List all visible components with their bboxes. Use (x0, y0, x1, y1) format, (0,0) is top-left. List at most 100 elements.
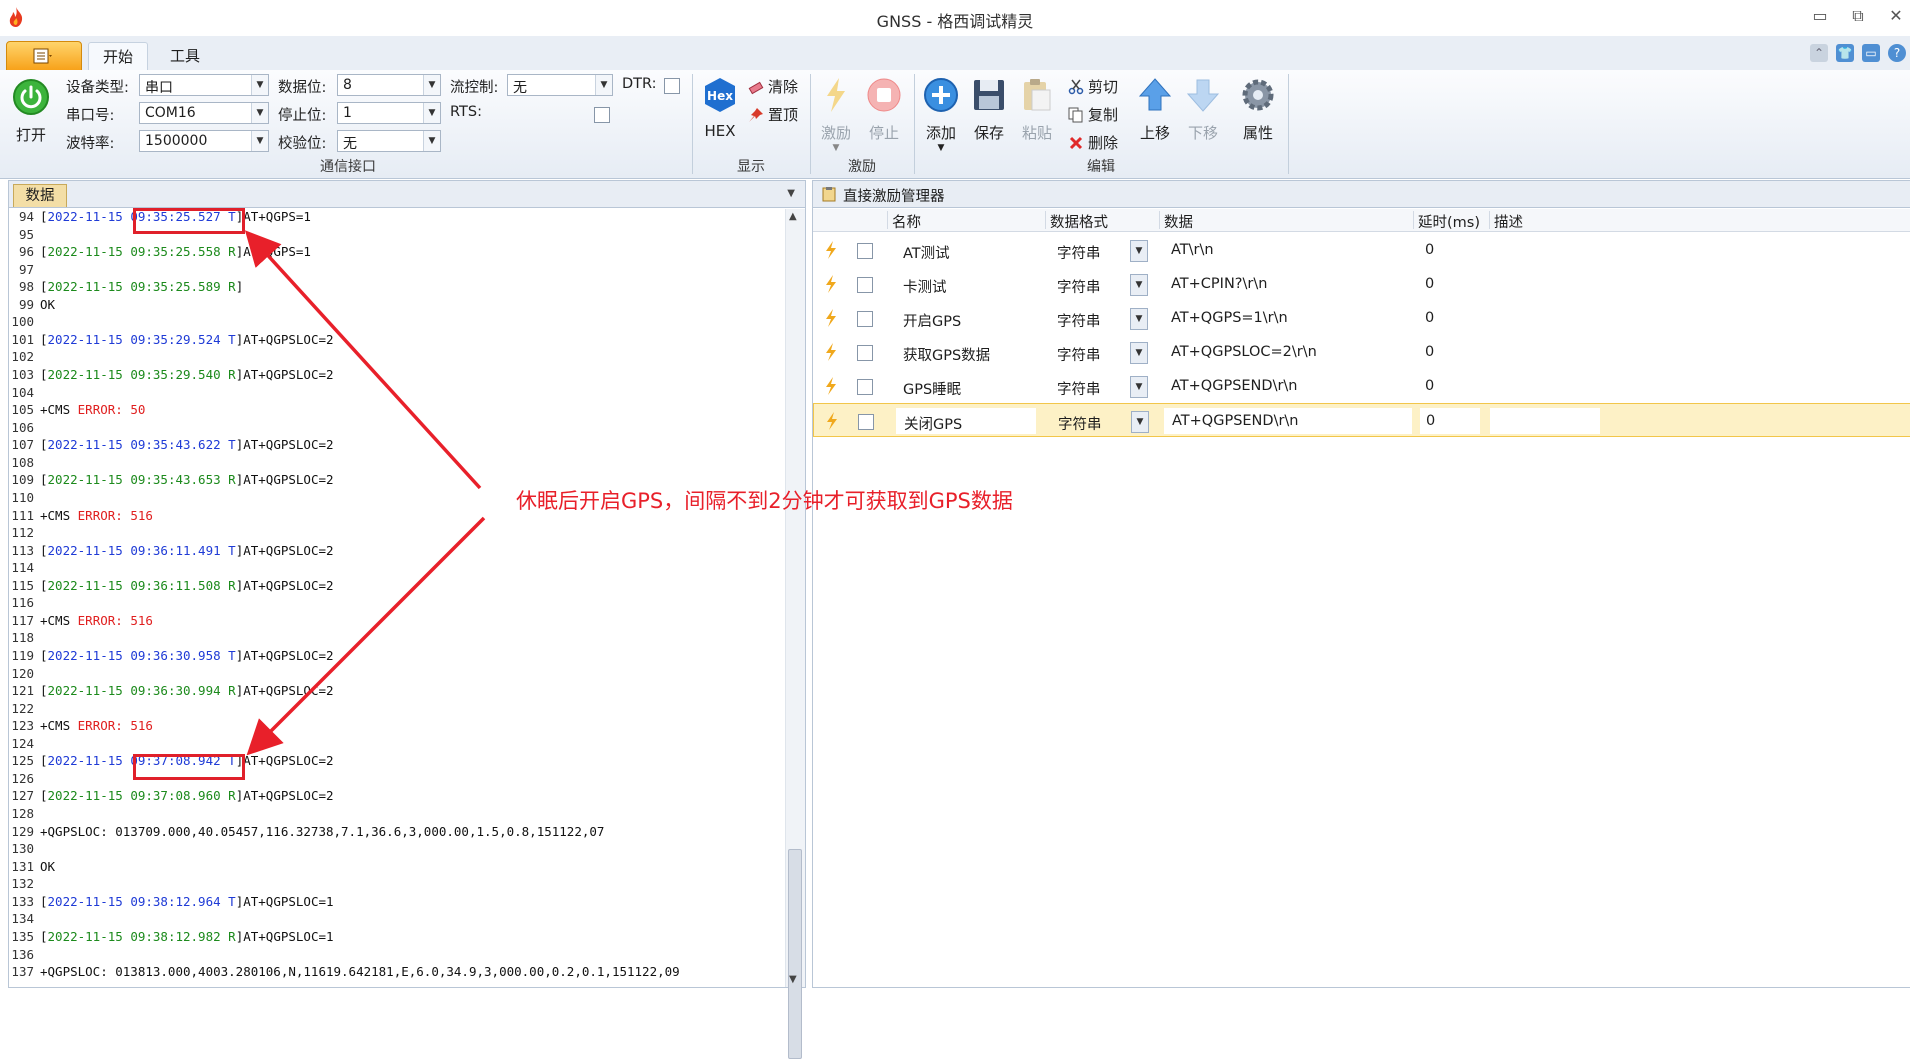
lightning-icon[interactable] (825, 275, 837, 293)
move-up-label: 上移 (1139, 124, 1170, 142)
row-delay[interactable]: 0 (1425, 378, 1434, 394)
row-delay[interactable]: 0 (1425, 276, 1434, 292)
minimize-button[interactable]: ▭ (1808, 6, 1832, 28)
row-data[interactable]: AT+CPIN?\r\n (1171, 276, 1267, 292)
row-name[interactable]: AT测试 (903, 242, 950, 263)
scrollbar-thumb[interactable] (788, 849, 802, 1059)
row-data[interactable]: AT+QGPS=1\r\n (1171, 310, 1288, 326)
move-up-button[interactable]: 上移 (1132, 76, 1178, 143)
tab-tools[interactable]: 工具 (156, 42, 214, 70)
cut-button[interactable]: 剪切 (1068, 76, 1118, 97)
row-format[interactable]: 字符串 (1057, 310, 1101, 331)
chevron-up-icon[interactable]: ⌃ (1810, 44, 1828, 62)
log-scrollbar[interactable]: ▲ ▼ (785, 209, 805, 1059)
chevron-down-icon[interactable]: ▼ (1130, 376, 1148, 398)
log-view[interactable]: 94 [2022-11-15 09:35:25.527 T]AT+QGPS=1 95… (9, 209, 785, 987)
chevron-down-icon[interactable]: ▼ (1130, 342, 1148, 364)
log-text: ]AT+QGPS=1 (235, 244, 311, 260)
lightning-icon[interactable] (826, 412, 838, 430)
restore-button[interactable]: ⧉ (1846, 6, 1870, 28)
stimulus-row[interactable]: 关闭GPS 字符串 ▼ AT+QGPSEND\r\n 0 (813, 403, 1910, 437)
row-data[interactable]: AT+QGPSEND\r\n (1172, 413, 1299, 429)
row-checkbox[interactable] (857, 345, 873, 361)
row-data[interactable]: AT+QGPSLOC=2\r\n (1171, 344, 1317, 360)
port-select[interactable]: COM16 ▼ (139, 102, 269, 124)
close-button[interactable]: ✕ (1884, 6, 1908, 28)
clear-button[interactable]: 清除 (748, 76, 798, 97)
row-delay[interactable]: 0 (1426, 413, 1435, 429)
scroll-down-icon[interactable]: ▼ (789, 974, 797, 985)
data-bits-select[interactable]: 8 ▼ (337, 74, 441, 96)
tab-start[interactable]: 开始 (88, 42, 148, 71)
stimulus-row[interactable]: 开启GPS 字符串 ▼ AT+QGPS=1\r\n 0 (813, 301, 1910, 335)
baud-select[interactable]: 1500000 ▼ (139, 130, 269, 152)
chevron-down-icon[interactable]: ▼ (1130, 240, 1148, 262)
comment-icon[interactable]: ▭ (1862, 44, 1880, 62)
stimulus-row[interactable]: AT测试 字符串 ▼ AT\r\n 0 (813, 233, 1910, 267)
row-name[interactable]: 开启GPS (903, 310, 961, 331)
copy-button[interactable]: 复制 (1068, 104, 1118, 125)
stop-button[interactable]: 停止 (862, 76, 906, 143)
column-header-name[interactable]: 名称 (887, 211, 1042, 231)
lightning-icon[interactable] (825, 377, 837, 395)
tab-data[interactable]: 数据 (13, 184, 67, 207)
row-delay[interactable]: 0 (1425, 242, 1434, 258)
row-name[interactable]: 获取GPS数据 (903, 344, 990, 365)
column-header-desc[interactable]: 描述 (1489, 211, 1614, 231)
open-button[interactable]: 打开 (8, 78, 54, 145)
eraser-icon (748, 81, 764, 94)
hex-button[interactable]: Hex HEX (698, 76, 742, 140)
parity-select[interactable]: 无 ▼ (337, 130, 441, 152)
stimulus-row[interactable]: GPS睡眠 字符串 ▼ AT+QGPSEND\r\n 0 (813, 369, 1910, 403)
stimulus-row[interactable]: 卡测试 字符串 ▼ AT+CPIN?\r\n 0 (813, 267, 1910, 301)
pin-top-button[interactable]: 置顶 (748, 104, 798, 125)
flow-select[interactable]: 无 ▼ (507, 74, 613, 96)
paste-button[interactable]: 粘贴 (1014, 76, 1060, 143)
row-checkbox[interactable] (857, 277, 873, 293)
row-data[interactable]: AT\r\n (1171, 242, 1214, 258)
row-name[interactable]: GPS睡眠 (903, 378, 961, 399)
column-header-format[interactable]: 数据格式 (1045, 211, 1160, 231)
device-type-select[interactable]: 串口 ▼ (139, 74, 269, 96)
scroll-up-icon[interactable]: ▲ (789, 211, 797, 222)
excite-button[interactable]: 激励 ▼ (814, 76, 858, 153)
row-delay[interactable]: 0 (1425, 310, 1434, 326)
dtr-checkbox[interactable] (664, 78, 680, 94)
chevron-down-icon[interactable]: ▼ (1130, 274, 1148, 296)
rts-checkbox[interactable] (594, 107, 610, 123)
log-text: 2022-11-15 09:36:11.491 T (47, 542, 236, 558)
row-checkbox[interactable] (857, 311, 873, 327)
row-data[interactable]: AT+QGPSEND\r\n (1171, 378, 1298, 394)
chevron-down-icon[interactable]: ▼ (1130, 308, 1148, 330)
application-menu-button[interactable] (6, 41, 82, 71)
lightning-icon[interactable] (825, 241, 837, 259)
save-button[interactable]: 保存 (966, 76, 1012, 143)
add-button[interactable]: 添加 ▼ (918, 76, 964, 153)
delete-button[interactable]: 删除 (1068, 132, 1118, 153)
stop-bits-select[interactable]: 1 ▼ (337, 102, 441, 124)
lightning-icon[interactable] (825, 309, 837, 327)
shirt-icon[interactable]: 👕 (1836, 44, 1854, 62)
row-format[interactable]: 字符串 (1058, 413, 1102, 434)
move-down-button[interactable]: 下移 (1180, 76, 1226, 143)
log-line: 96 [2022-11-15 09:35:25.558 R]AT+QGPS=1 (9, 244, 311, 261)
row-name[interactable]: 关闭GPS (904, 413, 962, 434)
log-text: 2022-11-15 09:35:29.540 R (47, 367, 236, 383)
row-format[interactable]: 字符串 (1057, 378, 1101, 399)
row-format[interactable]: 字符串 (1057, 344, 1101, 365)
chevron-down-icon[interactable]: ▼ (1131, 411, 1149, 433)
chevron-down-icon[interactable]: ▼ (787, 188, 795, 199)
help-icon[interactable]: ? (1888, 44, 1906, 62)
row-delay[interactable]: 0 (1425, 344, 1434, 360)
properties-button[interactable]: 属性 (1234, 76, 1282, 143)
column-header-data[interactable]: 数据 (1159, 211, 1414, 231)
row-checkbox[interactable] (858, 414, 874, 430)
column-header-delay[interactable]: 延时(ms) (1413, 211, 1488, 231)
stimulus-row[interactable]: 获取GPS数据 字符串 ▼ AT+QGPSLOC=2\r\n 0 (813, 335, 1910, 369)
row-format[interactable]: 字符串 (1057, 242, 1101, 263)
row-format[interactable]: 字符串 (1057, 276, 1101, 297)
row-name[interactable]: 卡测试 (903, 276, 947, 297)
row-checkbox[interactable] (857, 243, 873, 259)
row-checkbox[interactable] (857, 379, 873, 395)
lightning-icon[interactable] (825, 343, 837, 361)
